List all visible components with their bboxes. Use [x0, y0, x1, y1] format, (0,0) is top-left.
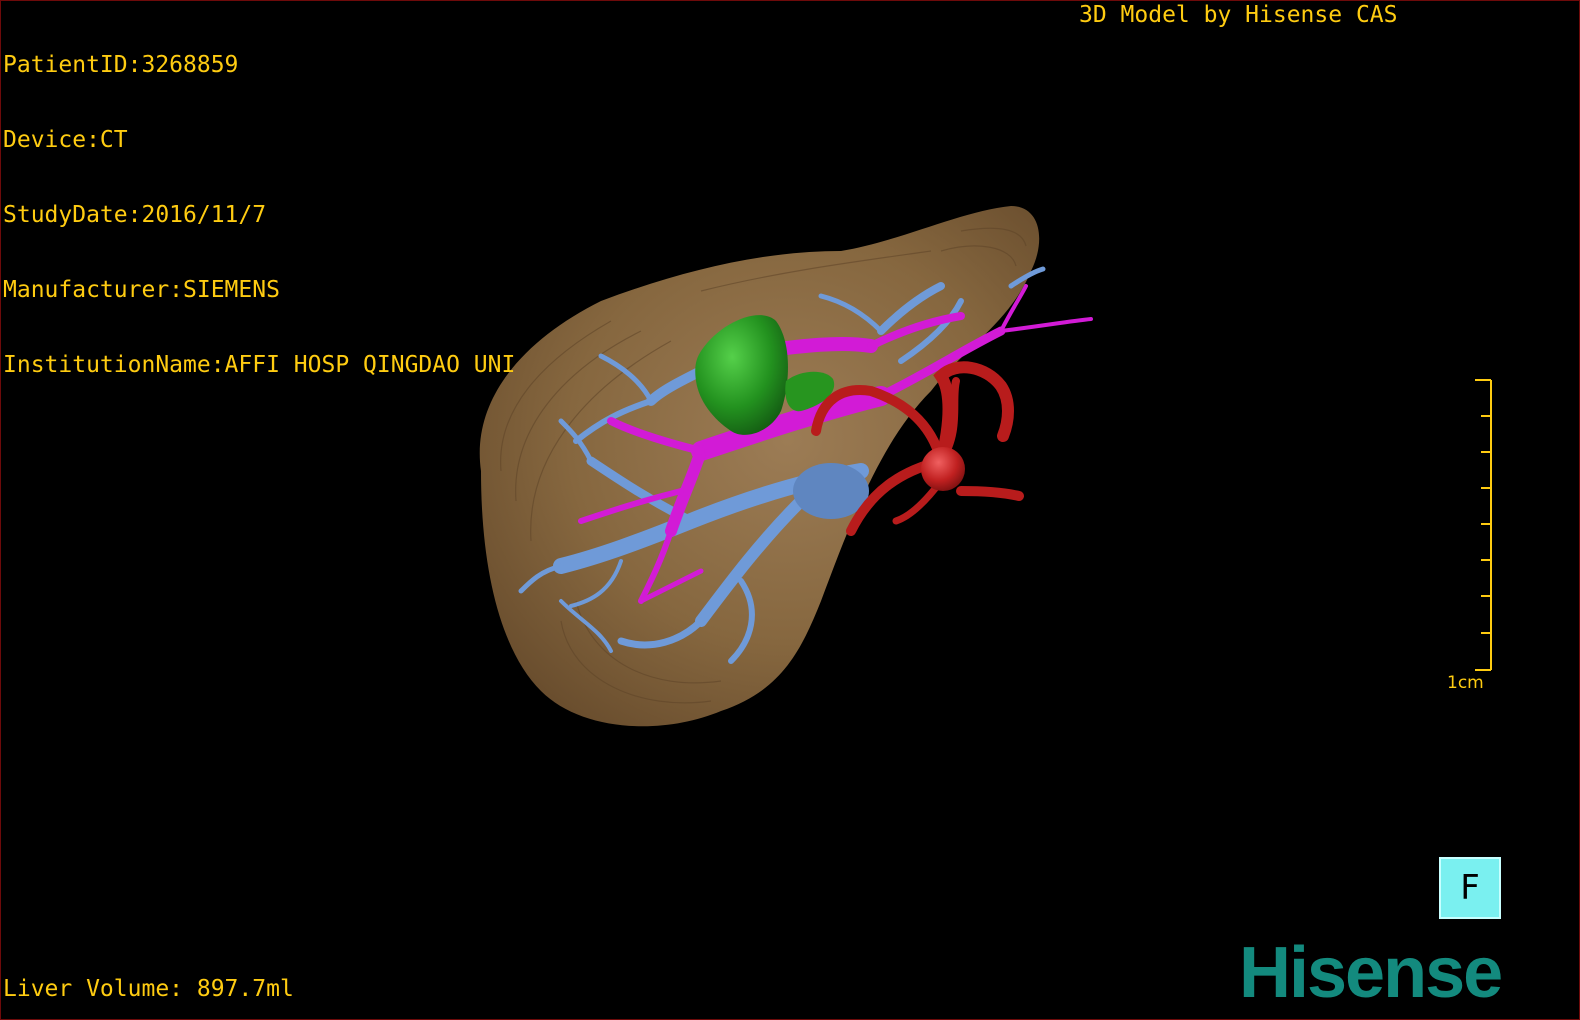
liver-volume: Liver Volume: 897.7ml	[3, 976, 294, 1002]
orientation-cube[interactable]: F	[1439, 857, 1501, 919]
hisense-logo: Hisense	[1239, 933, 1503, 1013]
institution-name: InstitutionName:AFFI HOSP QINGDAO UNI	[3, 352, 516, 378]
scale-label: 1cm	[1447, 673, 1484, 693]
device: Device:CT	[3, 127, 128, 153]
app-credit: 3D Model by Hisense CAS	[1079, 2, 1398, 28]
scale-bar	[1475, 379, 1492, 671]
patient-info: PatientID:3268859 Device:CT StudyDate:20…	[3, 3, 515, 428]
artery-root	[921, 447, 965, 491]
3d-viewport[interactable]: PatientID:3268859 Device:CT StudyDate:20…	[0, 0, 1580, 1020]
manufacturer: Manufacturer:SIEMENS	[3, 277, 280, 303]
study-date: StudyDate:2016/11/7	[3, 202, 267, 228]
patient-id: PatientID:3268859	[3, 52, 239, 78]
